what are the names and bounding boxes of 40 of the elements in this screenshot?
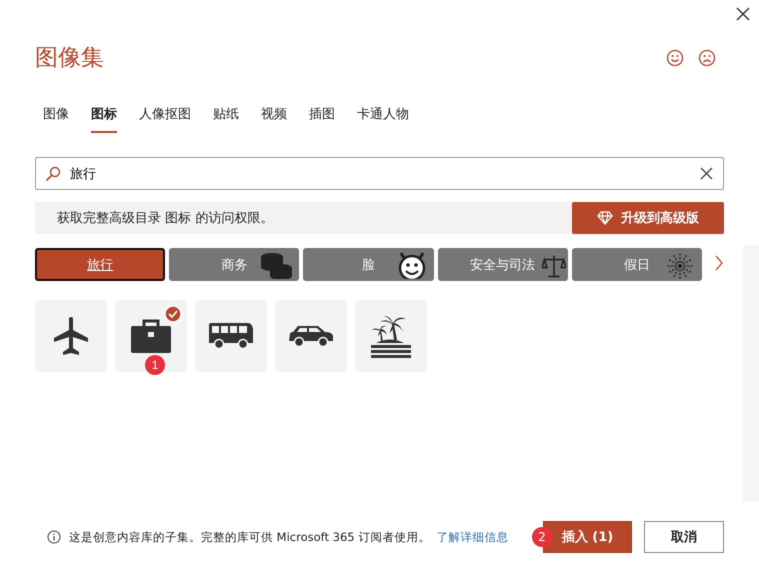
cancel-button[interactable]: 取消 xyxy=(644,521,724,553)
tab[interactable]: 图像 xyxy=(43,105,69,133)
icon-tile[interactable] xyxy=(35,300,107,372)
step-badge: 2 xyxy=(532,527,552,547)
car-icon xyxy=(288,324,334,348)
icon-tile[interactable] xyxy=(195,300,267,372)
info-icon xyxy=(47,530,61,544)
gem-icon xyxy=(597,211,613,225)
upgrade-button[interactable]: 升级到高级版 xyxy=(572,202,724,234)
dialog-title: 图像集 xyxy=(35,44,104,73)
icon-tile[interactable] xyxy=(355,300,427,372)
icon-tile[interactable] xyxy=(275,300,347,372)
tab[interactable]: 图标 xyxy=(91,105,117,133)
bus-icon xyxy=(208,323,254,349)
icon-tile[interactable]: 1 xyxy=(115,300,187,372)
smile-icon[interactable] xyxy=(666,48,684,66)
tab[interactable]: 插图 xyxy=(309,105,335,133)
briefcase-icon xyxy=(130,318,172,354)
coins-icon xyxy=(259,251,294,279)
category-chip[interactable]: 脸 xyxy=(303,248,434,281)
airplane-icon xyxy=(53,316,89,356)
insert-button[interactable]: 插入 (1) xyxy=(543,521,632,553)
banner-text: 获取完整高级目录 图标 的访问权限。 xyxy=(56,210,274,227)
search-icon xyxy=(45,166,61,182)
check-icon xyxy=(164,305,182,323)
category-chip[interactable]: 旅行 xyxy=(35,248,166,281)
info-text: 这是创意内容库的子集。完整的库可供 Microsoft 365 订阅者使用。 xyxy=(69,530,430,544)
category-chip[interactable]: 假日 xyxy=(572,248,702,281)
clear-icon[interactable] xyxy=(700,167,713,180)
step-badge: 1 xyxy=(145,355,165,375)
tab[interactable]: 视频 xyxy=(261,105,287,133)
learn-more-link[interactable]: 了解详细信息 xyxy=(436,530,508,544)
tab[interactable]: 贴纸 xyxy=(213,105,239,133)
tab[interactable]: 卡通人物 xyxy=(357,105,409,133)
tab[interactable]: 人像抠图 xyxy=(139,105,191,133)
category-chip[interactable]: 商务 xyxy=(169,248,300,281)
search-field[interactable]: 旅行 xyxy=(35,157,724,190)
frown-icon[interactable] xyxy=(698,48,716,66)
island-icon xyxy=(370,314,412,358)
category-chip[interactable]: 安全与司法 xyxy=(438,248,568,281)
